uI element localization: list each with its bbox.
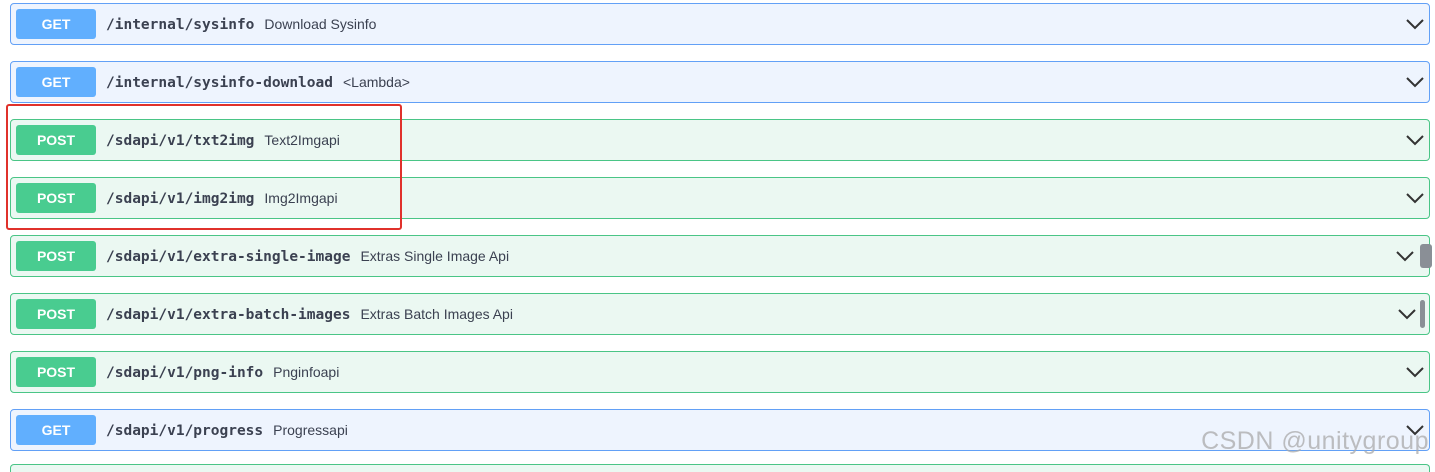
operation-row-progress[interactable]: GET /sdapi/v1/progress Progressapi	[10, 409, 1430, 451]
operation-path: /internal/sysinfo Download Sysinfo	[106, 16, 376, 33]
method-badge-post: POST	[16, 357, 96, 387]
chevron-down-icon[interactable]	[1405, 423, 1425, 437]
path-text: /internal/sysinfo-download	[106, 75, 333, 91]
path-text: /sdapi/v1/img2img	[106, 191, 255, 207]
operation-path: /sdapi/v1/png-info Pnginfoapi	[106, 364, 339, 381]
chevron-down-icon[interactable]	[1397, 307, 1417, 321]
operation-summary: Pnginfoapi	[273, 364, 340, 380]
operation-path: /sdapi/v1/extra-single-image Extras Sing…	[106, 248, 509, 265]
chevron-down-icon[interactable]	[1405, 365, 1425, 379]
operation-path: /internal/sysinfo-download <Lambda>	[106, 74, 410, 91]
method-badge-post: POST	[16, 125, 96, 155]
chevron-down-icon[interactable]	[1395, 249, 1415, 263]
path-text: /sdapi/v1/txt2img	[106, 133, 255, 149]
operation-row-sysinfo[interactable]: GET /internal/sysinfo Download Sysinfo	[10, 3, 1430, 45]
operation-row-img2img[interactable]: POST /sdapi/v1/img2img Img2Imgapi	[10, 177, 1430, 219]
operation-row-extra-single-image[interactable]: POST /sdapi/v1/extra-single-image Extras…	[10, 235, 1432, 277]
operation-path: /sdapi/v1/img2img Img2Imgapi	[106, 190, 338, 207]
path-text: /sdapi/v1/png-info	[106, 365, 264, 381]
operation-summary: <Lambda>	[342, 74, 410, 90]
method-badge-post: POST	[16, 183, 96, 213]
operation-summary: Text2Imgapi	[264, 132, 340, 148]
operation-row-png-info[interactable]: POST /sdapi/v1/png-info Pnginfoapi	[10, 351, 1430, 393]
operation-summary: Img2Imgapi	[264, 190, 338, 206]
method-badge-post: POST	[16, 241, 96, 271]
method-badge-get: GET	[16, 67, 96, 97]
method-badge-post: POST	[16, 299, 96, 329]
operation-path: /sdapi/v1/extra-batch-images Extras Batc…	[106, 306, 513, 323]
operation-summary: Progressapi	[273, 422, 348, 438]
chevron-down-icon[interactable]	[1405, 133, 1425, 147]
chevron-down-icon[interactable]	[1405, 191, 1425, 205]
operation-row-txt2img[interactable]: POST /sdapi/v1/txt2img Text2Imgapi	[10, 119, 1430, 161]
chevron-down-icon[interactable]	[1405, 17, 1425, 31]
operation-row-extra-batch-images[interactable]: POST /sdapi/v1/extra-batch-images Extras…	[10, 293, 1430, 335]
path-text: /sdapi/v1/extra-batch-images	[106, 307, 351, 323]
operation-summary: Extras Batch Images Api	[360, 306, 513, 322]
method-badge-get: GET	[16, 9, 96, 39]
method-badge-get: GET	[16, 415, 96, 445]
operation-row-partial	[10, 464, 1430, 472]
path-text: /sdapi/v1/progress	[106, 423, 264, 439]
operation-row-sysinfo-download[interactable]: GET /internal/sysinfo-download <Lambda>	[10, 61, 1430, 103]
operation-summary: Download Sysinfo	[264, 16, 377, 32]
operation-summary: Extras Single Image Api	[360, 248, 510, 264]
path-text: /sdapi/v1/extra-single-image	[106, 249, 351, 265]
operation-path: /sdapi/v1/txt2img Text2Imgapi	[106, 132, 340, 149]
chevron-down-icon[interactable]	[1405, 75, 1425, 89]
floating-toolbar-handle-icon[interactable]	[1420, 244, 1432, 268]
operation-path: /sdapi/v1/progress Progressapi	[106, 422, 348, 439]
scroll-handle-icon[interactable]	[1420, 300, 1425, 328]
path-text: /internal/sysinfo	[106, 17, 255, 33]
